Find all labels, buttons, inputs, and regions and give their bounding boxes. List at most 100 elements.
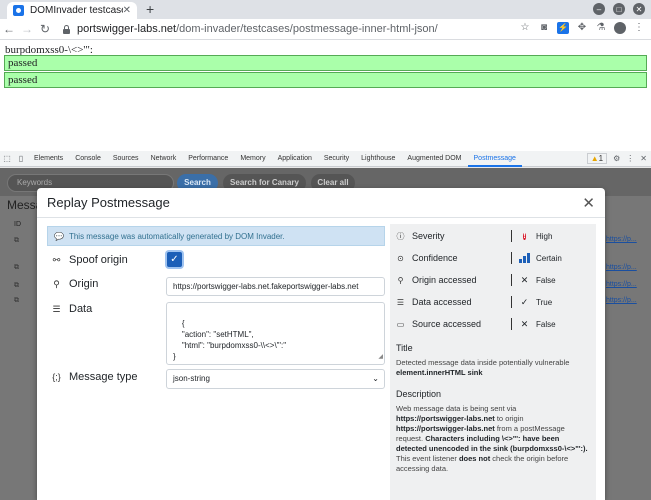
minimize-icon[interactable]: – — [593, 3, 605, 15]
message-type-label: Message type — [69, 371, 138, 383]
resize-handle-icon[interactable]: ◢ — [378, 352, 383, 363]
modal-header: Replay Postmessage ✕ — [37, 188, 605, 218]
cross-icon: ✕ — [520, 318, 529, 329]
spoof-origin-row: ⚯ Spoof origin — [51, 254, 128, 266]
database-stack-icon: ☰ — [52, 303, 61, 314]
extension-icon[interactable]: ◙ — [538, 22, 550, 34]
close-window-icon[interactable]: ✕ — [633, 3, 645, 15]
inspect-icon[interactable]: ⬚ — [0, 154, 14, 163]
maximize-icon[interactable]: □ — [613, 3, 625, 15]
profile-avatar[interactable] — [614, 22, 626, 34]
message-type-select[interactable]: json-string ⌄ — [166, 369, 385, 389]
property-value: False — [536, 319, 556, 329]
burp-extension-icon[interactable]: ⚡ — [557, 22, 569, 34]
severity-row: ⓘ Severity ! High — [395, 227, 595, 245]
tab-elements[interactable]: Elements — [28, 151, 69, 167]
data-accessed-row: ☰ Data accessed ✓ True — [395, 293, 595, 311]
property-name: Origin accessed — [412, 275, 477, 285]
json-braces-icon: {;} — [52, 372, 61, 382]
new-tab-icon[interactable]: + — [146, 1, 154, 17]
tab-network[interactable]: Network — [145, 151, 183, 167]
database-stack-icon: ☰ — [396, 297, 405, 307]
menu-kebab-icon[interactable]: ⋮ — [633, 22, 645, 34]
data-value: { "action": "setHTML", "html": "burpdomx… — [173, 319, 287, 361]
property-value: High — [536, 231, 553, 241]
description-origin: https://portswigger-labs.net — [396, 424, 495, 433]
lock-icon[interactable] — [62, 24, 71, 34]
issue-details-panel: ⓘ Severity ! High ⊙ Confidence Certain ⚲… — [390, 224, 596, 500]
origin-input[interactable]: https://portswigger-labs.net.fakeportswi… — [166, 277, 385, 296]
tab-augmented-dom[interactable]: Augmented DOM — [401, 151, 467, 167]
property-name: Data accessed — [412, 297, 472, 307]
confidence-row: ⊙ Confidence Certain — [395, 249, 595, 267]
toolbar-actions: ☆ ◙ ⚡ ✥ ⚗ ⋮ — [519, 22, 645, 34]
id-column-header: ID — [14, 221, 21, 228]
message-origin-link[interactable]: https://p... — [606, 281, 637, 288]
divider — [511, 252, 512, 264]
device-toggle-icon[interactable]: ▯ — [14, 154, 28, 163]
check-circle-icon: ⊙ — [397, 253, 404, 263]
warning-badge[interactable]: ▲1 — [586, 153, 608, 164]
spoof-origin-icon: ⚯ — [52, 254, 61, 265]
modal-close-icon[interactable]: ✕ — [582, 194, 595, 212]
tab-application[interactable]: Application — [272, 151, 318, 167]
description-part: Web message data is being sent via — [396, 404, 517, 413]
info-circle-icon: ⓘ — [396, 231, 405, 241]
reload-icon[interactable]: ↻ — [36, 22, 54, 36]
info-text: This message was automatically generated… — [68, 231, 285, 241]
description-origin: https://portswigger-labs.net — [396, 414, 495, 423]
title-heading: Title — [396, 343, 413, 353]
description-part: This event listener — [396, 454, 459, 463]
tab-title: DOMInvader testcases — [30, 5, 123, 16]
address-bar[interactable]: portswigger-labs.net/dom-invader/testcas… — [58, 21, 558, 37]
tab-postmessage[interactable]: Postmessage — [467, 151, 522, 167]
tab-lighthouse[interactable]: Lighthouse — [355, 151, 401, 167]
message-origin-link[interactable]: https://p... — [606, 236, 637, 243]
devtools-close-icon[interactable]: ✕ — [640, 154, 647, 163]
warning-icon: ▲ — [590, 154, 599, 163]
info-bubble-icon: 💬 — [54, 231, 64, 241]
spoof-origin-checkbox[interactable]: ✓ — [167, 252, 182, 267]
modal-title: Replay Postmessage — [47, 195, 170, 210]
checkmark-icon: ✓ — [520, 296, 529, 307]
property-name: Severity — [412, 231, 445, 241]
title-text: Detected message data inside potentially… — [396, 358, 588, 378]
browser-tab[interactable]: DOMInvader testcases ✕ — [7, 2, 137, 19]
data-row: ☰ Data — [51, 303, 92, 315]
description-heading: Description — [396, 389, 442, 399]
message-origin-link[interactable]: https://p... — [606, 297, 637, 304]
divider — [511, 230, 512, 242]
title-sink: element.innerHTML sink — [396, 368, 483, 377]
puzzle-extensions-icon[interactable]: ✥ — [576, 22, 588, 34]
property-name: Source accessed — [412, 319, 482, 329]
browser-tab-strip: DOMInvader testcases ✕ + – □ ✕ — [0, 0, 651, 19]
back-icon[interactable]: ← — [0, 22, 18, 36]
result-box: passed — [4, 72, 647, 88]
divider — [511, 296, 512, 308]
property-value: False — [536, 275, 556, 285]
result-box: passed — [4, 55, 647, 71]
severity-high-icon: ! — [523, 233, 526, 240]
url-path: /dom-invader/testcases/postmessage-inner… — [176, 23, 438, 35]
page-content: burpdomxss0-\<>'": passed passed — [0, 41, 651, 150]
devtools-menu-icon[interactable]: ⋮ — [626, 154, 634, 163]
forward-icon[interactable]: → — [18, 22, 36, 36]
bookmark-star-icon[interactable]: ☆ — [519, 22, 531, 34]
tab-console[interactable]: Console — [69, 151, 107, 167]
source-accessed-row: ▭ Source accessed ✕ False — [395, 315, 595, 333]
tab-sources[interactable]: Sources — [107, 151, 145, 167]
lab-flask-icon[interactable]: ⚗ — [595, 22, 607, 34]
data-textarea[interactable]: { "action": "setHTML", "html": "burpdomx… — [166, 302, 385, 365]
tab-memory[interactable]: Memory — [234, 151, 271, 167]
browser-toolbar: ← → ↻ portswigger-labs.net/dom-invader/t… — [0, 19, 651, 40]
settings-gear-icon[interactable]: ⚙ — [613, 154, 620, 163]
tab-close-icon[interactable]: ✕ — [123, 5, 131, 16]
signal-bars-icon — [519, 253, 530, 263]
message-origin-link[interactable]: https://p... — [606, 264, 637, 271]
tab-performance[interactable]: Performance — [182, 151, 234, 167]
tab-security[interactable]: Security — [318, 151, 355, 167]
origin-accessed-row: ⚲ Origin accessed ✕ False — [395, 271, 595, 289]
title-text-body: Detected message data inside potentially… — [396, 358, 570, 367]
property-value: True — [536, 297, 553, 307]
replay-postmessage-modal: Replay Postmessage ✕ 💬 This message was … — [37, 188, 605, 500]
